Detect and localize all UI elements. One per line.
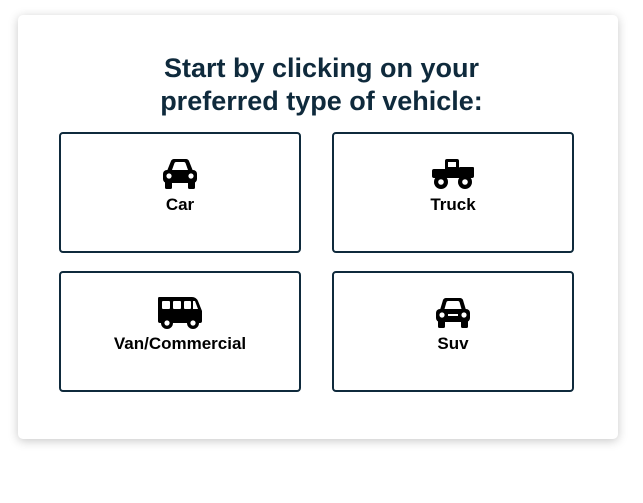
- option-suv[interactable]: Suv: [332, 271, 574, 392]
- heading-line-1: Start by clicking on your: [163, 53, 480, 83]
- van-icon: [156, 296, 204, 330]
- option-car[interactable]: Car: [59, 132, 301, 253]
- suv-icon: [434, 297, 472, 329]
- option-truck[interactable]: Truck: [332, 132, 574, 253]
- option-label-van-commercial: Van/Commercial: [113, 334, 247, 353]
- page-heading: Start by clicking on your preferred type…: [0, 52, 643, 118]
- option-van-commercial[interactable]: Van/Commercial: [59, 271, 301, 392]
- option-label-truck: Truck: [430, 195, 476, 214]
- heading-line-2: preferred type of vehicle:: [160, 86, 483, 116]
- option-label-suv: Suv: [437, 334, 469, 353]
- car-icon: [161, 158, 199, 190]
- truck-icon: [430, 158, 476, 190]
- option-label-car: Car: [165, 195, 195, 214]
